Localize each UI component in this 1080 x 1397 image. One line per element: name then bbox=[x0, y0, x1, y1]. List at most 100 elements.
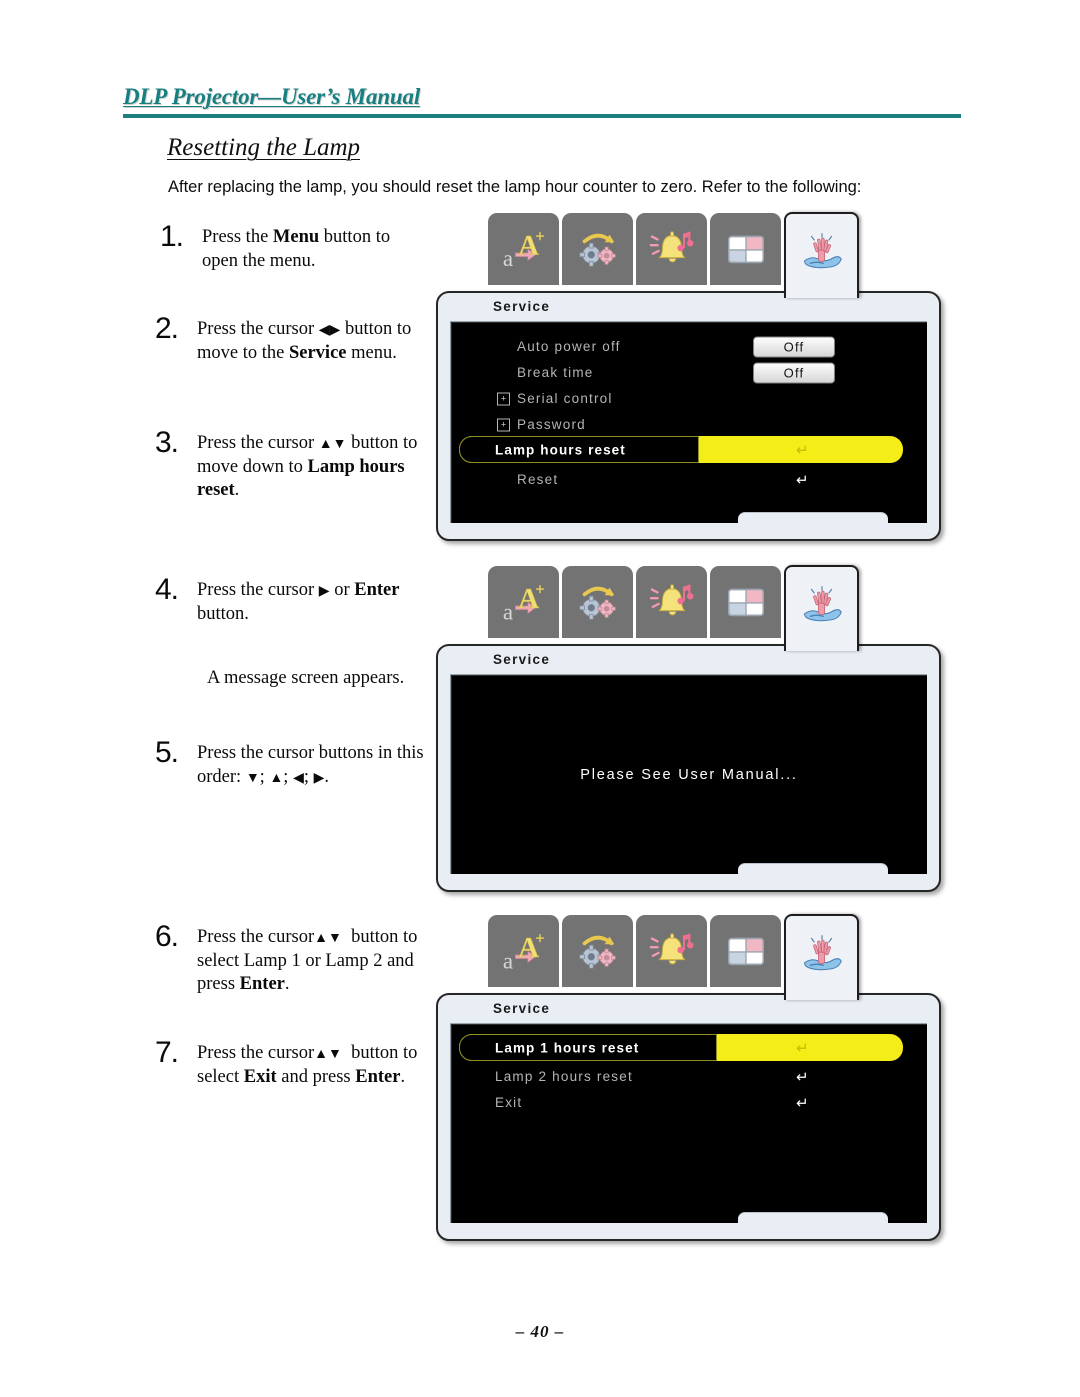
osd-tab-setup[interactable] bbox=[562, 213, 633, 285]
service-hand-water-icon bbox=[803, 586, 842, 622]
step-text: Press the cursor ▲▼ button to move down … bbox=[197, 433, 418, 501]
osd-tab-screen[interactable] bbox=[710, 915, 781, 987]
expand-plus-icon: + bbox=[497, 392, 510, 405]
step-7: 7. Press the cursor▲▼ button to select E… bbox=[155, 1038, 440, 1089]
osd-screen-area: Lamp 1 hours reset ↵ Lamp 2 hours reset … bbox=[450, 1023, 927, 1223]
osd-tab-service[interactable] bbox=[784, 212, 859, 298]
enter-arrow-icon: ↵ bbox=[796, 1094, 809, 1112]
menu-row-label: Break time bbox=[517, 365, 594, 380]
menu-row-label: Exit bbox=[495, 1095, 523, 1110]
svg-text:a: a bbox=[502, 246, 512, 271]
step-number: 6. bbox=[155, 920, 179, 953]
step-5: 5. Press the cursor buttons in this orde… bbox=[155, 738, 435, 789]
osd-screen-area: Please See User Manual... bbox=[450, 674, 927, 874]
osd-tab-language[interactable]: a A + bbox=[488, 915, 559, 987]
screen-layout-icon bbox=[727, 235, 764, 264]
setup-gears-icon bbox=[578, 586, 616, 620]
step-number: 2. bbox=[155, 312, 179, 345]
osd-tab-audio[interactable] bbox=[636, 213, 707, 285]
step-number: 1. bbox=[160, 220, 184, 253]
step-text: Press the cursor▲▼ button to select Exit… bbox=[197, 1043, 418, 1087]
service-hand-water-icon bbox=[803, 233, 842, 269]
menu-row-label: Reset bbox=[517, 472, 559, 487]
menu-row-value[interactable]: Off bbox=[753, 362, 835, 383]
svg-text:a: a bbox=[502, 599, 512, 624]
osd-tab-language[interactable]: a A + bbox=[488, 566, 559, 638]
expand-plus-icon: + bbox=[497, 418, 510, 431]
step-text: Press the cursor ◀▶ button to move to th… bbox=[197, 319, 412, 363]
menu-row-label: Auto power off bbox=[517, 339, 621, 354]
osd-screen-area: Auto power off Off Break time Off + Seri… bbox=[450, 321, 927, 523]
audio-bell-icon bbox=[649, 231, 693, 263]
step-text: Press the cursor ▶ or Enter button. bbox=[197, 580, 400, 624]
menu-row-selected[interactable]: Lamp hours reset ↵ bbox=[451, 436, 927, 463]
service-hand-water-icon bbox=[803, 935, 842, 971]
enter-arrow-icon: ↵ bbox=[796, 1039, 809, 1057]
step-number: 3. bbox=[155, 426, 179, 459]
step-2: 2. Press the cursor ◀▶ button to move to… bbox=[155, 314, 430, 365]
step-6: 6. Press the cursor▲▼ button to select L… bbox=[155, 922, 440, 997]
menu-row-value[interactable]: Off bbox=[753, 336, 835, 357]
menu-row[interactable]: Reset ↵ bbox=[451, 467, 927, 492]
step-text: Press the Menu button to open the menu. bbox=[202, 227, 391, 271]
step-4: 4. Press the cursor ▶ or Enter button. bbox=[155, 575, 435, 626]
osd-tab-language[interactable]: a A + bbox=[488, 213, 559, 285]
osd-tab-bar: a A + bbox=[488, 914, 859, 1000]
language-icon: a A + bbox=[502, 581, 544, 624]
language-icon: a A + bbox=[502, 930, 544, 973]
menu-row-selected[interactable]: Lamp 1 hours reset ↵ bbox=[451, 1034, 927, 1061]
osd-tab-setup[interactable] bbox=[562, 915, 633, 987]
page-number: – 40 – bbox=[515, 1322, 565, 1341]
osd-bottom-notch bbox=[738, 1212, 888, 1239]
step-3: 3. Press the cursor ▲▼ button to move do… bbox=[155, 428, 430, 503]
intro-paragraph: After replacing the lamp, you should res… bbox=[168, 178, 862, 196]
osd-tab-audio[interactable] bbox=[636, 566, 707, 638]
step-text: Press the cursor▲▼ button to select Lamp… bbox=[197, 927, 418, 995]
osd-window: Service Please See User Manual... bbox=[436, 644, 941, 892]
osd-tab-bar: a A + bbox=[488, 565, 859, 651]
message-appears-note: A message screen appears. bbox=[207, 668, 405, 688]
menu-row-label: Lamp hours reset bbox=[495, 442, 626, 457]
osd-message-text: Please See User Manual... bbox=[580, 766, 798, 783]
step-text: Press the cursor buttons in this order: … bbox=[197, 743, 424, 787]
step-1: 1. Press the Menu button to open the men… bbox=[160, 222, 430, 273]
osd-tab-service[interactable] bbox=[784, 914, 859, 1000]
setup-gears-icon bbox=[578, 233, 616, 267]
osd-menu-title: Service bbox=[493, 652, 551, 667]
step-number: 5. bbox=[155, 736, 179, 769]
audio-bell-icon bbox=[649, 584, 693, 616]
osd-window: Service Auto power off Off Break time Of… bbox=[436, 291, 941, 541]
audio-bell-icon bbox=[649, 933, 693, 965]
setup-gears-icon bbox=[578, 935, 616, 969]
screen-layout-icon bbox=[727, 588, 764, 617]
screen-layout-icon bbox=[727, 937, 764, 966]
menu-row-label: Lamp 2 hours reset bbox=[495, 1069, 633, 1084]
osd-tab-setup[interactable] bbox=[562, 566, 633, 638]
osd-tab-audio[interactable] bbox=[636, 915, 707, 987]
osd-tab-screen[interactable] bbox=[710, 566, 781, 638]
menu-row[interactable]: Break time Off bbox=[451, 360, 927, 385]
menu-row[interactable]: + Serial control bbox=[451, 386, 927, 411]
osd-tab-service[interactable] bbox=[784, 565, 859, 651]
menu-row[interactable]: Lamp 2 hours reset ↵ bbox=[451, 1064, 927, 1089]
menu-row[interactable]: Auto power off Off bbox=[451, 334, 927, 359]
svg-text:+: + bbox=[535, 581, 544, 598]
manual-title: DLP Projector—User’s Manual bbox=[123, 84, 421, 109]
header-rule bbox=[123, 114, 961, 118]
enter-arrow-icon: ↵ bbox=[796, 471, 809, 489]
svg-text:a: a bbox=[502, 948, 512, 973]
osd-window: Service Lamp 1 hours reset ↵ Lamp 2 hour… bbox=[436, 993, 941, 1241]
osd-bottom-notch bbox=[738, 512, 888, 539]
osd-bottom-notch bbox=[738, 863, 888, 890]
menu-row[interactable]: Exit ↵ bbox=[451, 1090, 927, 1115]
step-number: 4. bbox=[155, 573, 179, 606]
menu-row-label: Lamp 1 hours reset bbox=[495, 1040, 640, 1055]
page-title: Resetting the Lamp bbox=[167, 134, 361, 161]
osd-tab-bar: a A + bbox=[488, 212, 859, 298]
menu-row-label: Serial control bbox=[517, 391, 613, 406]
osd-menu-title: Service bbox=[493, 299, 551, 314]
menu-row[interactable]: + Password bbox=[451, 412, 927, 437]
enter-arrow-icon: ↵ bbox=[796, 1068, 809, 1086]
osd-tab-screen[interactable] bbox=[710, 213, 781, 285]
svg-text:+: + bbox=[535, 228, 544, 245]
